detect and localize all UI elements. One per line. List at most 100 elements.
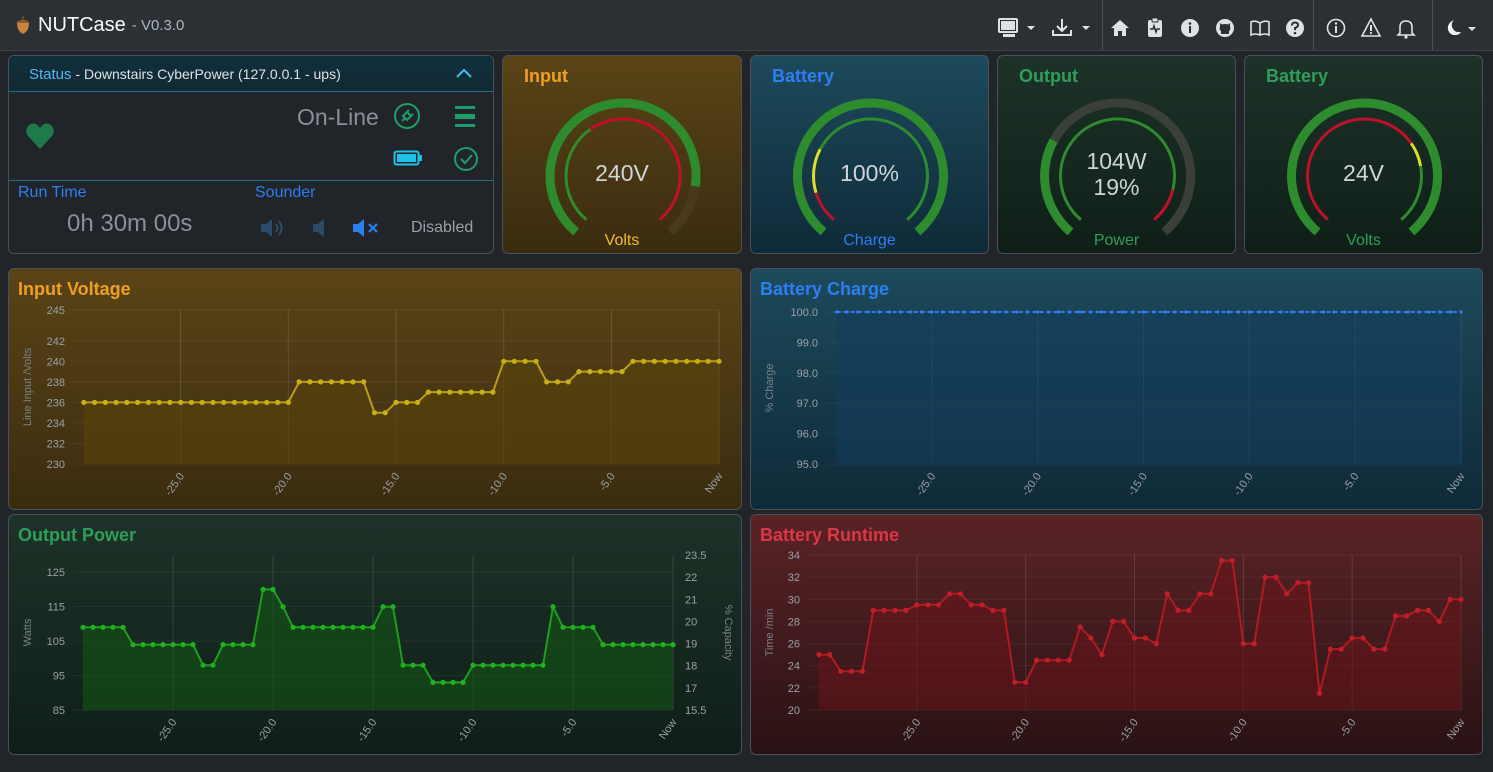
data-point[interactable] bbox=[957, 591, 963, 597]
data-point[interactable] bbox=[650, 642, 656, 648]
data-point[interactable] bbox=[470, 662, 476, 668]
data-point[interactable] bbox=[260, 586, 266, 592]
data-point[interactable] bbox=[501, 358, 507, 364]
data-point[interactable] bbox=[866, 310, 870, 314]
data-point[interactable] bbox=[80, 624, 86, 630]
data-point[interactable] bbox=[81, 399, 87, 405]
data-point[interactable] bbox=[468, 389, 474, 395]
data-point[interactable] bbox=[673, 358, 679, 364]
data-point[interactable] bbox=[930, 310, 934, 314]
data-point[interactable] bbox=[90, 624, 96, 630]
data-point[interactable] bbox=[1427, 310, 1431, 314]
data-point[interactable] bbox=[1077, 624, 1083, 630]
data-point[interactable] bbox=[285, 399, 291, 405]
data-point[interactable] bbox=[1258, 310, 1262, 314]
data-point[interactable] bbox=[1216, 310, 1220, 314]
data-point[interactable] bbox=[892, 607, 898, 613]
data-point[interactable] bbox=[220, 642, 226, 648]
data-point[interactable] bbox=[1364, 310, 1368, 314]
data-point[interactable] bbox=[490, 662, 496, 668]
data-point[interactable] bbox=[393, 399, 399, 405]
about-button[interactable] bbox=[1322, 14, 1350, 42]
data-point[interactable] bbox=[380, 604, 386, 610]
data-point[interactable] bbox=[520, 662, 526, 668]
data-point[interactable] bbox=[410, 662, 416, 668]
data-point[interactable] bbox=[1251, 641, 1257, 647]
data-point[interactable] bbox=[716, 358, 722, 364]
data-point[interactable] bbox=[414, 399, 421, 405]
data-point[interactable] bbox=[1110, 618, 1116, 624]
data-point[interactable] bbox=[490, 389, 496, 395]
data-point[interactable] bbox=[1374, 310, 1378, 314]
data-point[interactable] bbox=[694, 358, 701, 364]
data-point[interactable] bbox=[1142, 635, 1148, 641]
data-point[interactable] bbox=[1321, 310, 1325, 314]
volume-low-icon[interactable] bbox=[311, 217, 331, 239]
data-point[interactable] bbox=[231, 399, 238, 405]
theme-dropdown[interactable] bbox=[1442, 14, 1478, 42]
data-point[interactable] bbox=[1099, 652, 1105, 658]
data-point[interactable] bbox=[1078, 310, 1082, 314]
data-point[interactable] bbox=[835, 310, 839, 314]
data-point[interactable] bbox=[1353, 310, 1357, 314]
data-point[interactable] bbox=[598, 369, 604, 375]
data-point[interactable] bbox=[425, 389, 431, 395]
data-point[interactable] bbox=[264, 399, 270, 405]
data-point[interactable] bbox=[1458, 596, 1464, 602]
data-point[interactable] bbox=[510, 662, 516, 668]
data-point[interactable] bbox=[1055, 657, 1061, 663]
data-point[interactable] bbox=[328, 379, 334, 385]
data-point[interactable] bbox=[290, 624, 296, 630]
data-point[interactable] bbox=[1186, 607, 1192, 613]
data-point[interactable] bbox=[909, 310, 913, 314]
data-point[interactable] bbox=[590, 624, 596, 630]
data-point[interactable] bbox=[1311, 310, 1315, 314]
data-point[interactable] bbox=[1306, 580, 1312, 586]
data-point[interactable] bbox=[460, 679, 466, 685]
data-point[interactable] bbox=[420, 662, 426, 668]
data-point[interactable] bbox=[250, 642, 256, 648]
data-point[interactable] bbox=[983, 310, 987, 314]
data-point[interactable] bbox=[877, 310, 881, 314]
data-point[interactable] bbox=[1436, 618, 1442, 624]
data-point[interactable] bbox=[600, 642, 606, 648]
data-point[interactable] bbox=[816, 652, 822, 658]
data-point[interactable] bbox=[919, 310, 923, 314]
data-point[interactable] bbox=[951, 310, 955, 314]
data-point[interactable] bbox=[946, 591, 953, 597]
data-point[interactable] bbox=[170, 642, 176, 648]
data-point[interactable] bbox=[1025, 310, 1029, 314]
data-point[interactable] bbox=[1066, 657, 1072, 663]
data-point[interactable] bbox=[371, 410, 378, 416]
data-point[interactable] bbox=[253, 399, 259, 405]
data-point[interactable] bbox=[320, 624, 326, 630]
data-point[interactable] bbox=[1414, 607, 1421, 613]
github-button[interactable] bbox=[1211, 14, 1239, 42]
data-point[interactable] bbox=[275, 399, 281, 405]
data-point[interactable] bbox=[178, 399, 184, 405]
data-point[interactable] bbox=[608, 369, 614, 375]
data-point[interactable] bbox=[91, 399, 98, 405]
data-point[interactable] bbox=[651, 358, 658, 364]
monitor-dropdown[interactable] bbox=[996, 14, 1038, 42]
data-point[interactable] bbox=[120, 624, 126, 630]
data-point[interactable] bbox=[610, 642, 616, 648]
data-point[interactable] bbox=[1438, 310, 1442, 314]
data-point[interactable] bbox=[1262, 574, 1268, 580]
data-point[interactable] bbox=[1284, 591, 1290, 597]
data-point[interactable] bbox=[1208, 591, 1214, 597]
data-point[interactable] bbox=[296, 379, 302, 385]
data-point[interactable] bbox=[1268, 310, 1273, 314]
data-point[interactable] bbox=[1290, 310, 1294, 314]
data-point[interactable] bbox=[1448, 310, 1452, 314]
data-point[interactable] bbox=[1033, 657, 1040, 663]
data-point[interactable] bbox=[1012, 679, 1018, 685]
data-point[interactable] bbox=[1417, 310, 1421, 314]
data-point[interactable] bbox=[1004, 310, 1008, 314]
data-point[interactable] bbox=[240, 642, 246, 648]
download-dropdown[interactable] bbox=[1050, 14, 1094, 42]
data-point[interactable] bbox=[1046, 310, 1050, 314]
data-point[interactable] bbox=[570, 624, 576, 630]
data-point[interactable] bbox=[533, 358, 539, 364]
data-point[interactable] bbox=[390, 604, 396, 610]
